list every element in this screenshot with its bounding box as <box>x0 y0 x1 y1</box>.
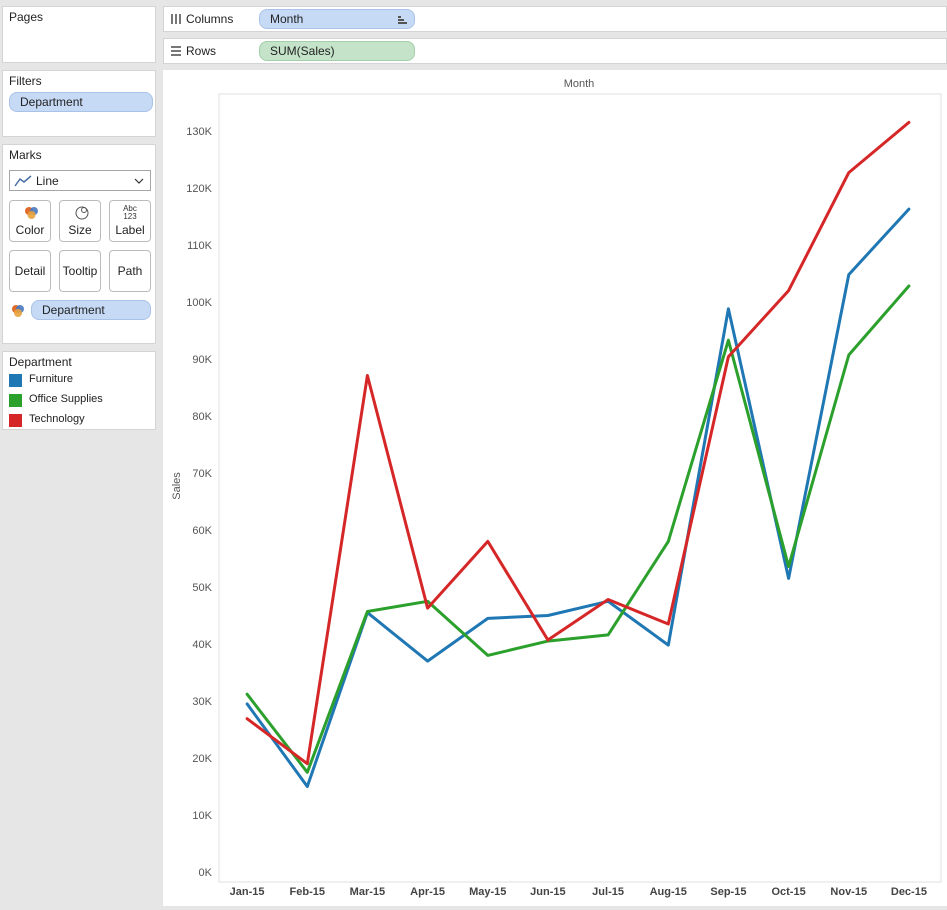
size-circles-icon <box>75 206 89 220</box>
y-tick-label: 80K <box>192 411 212 423</box>
line-chart: Month Sales 0K 10K 20K 30K 40K 50K 60K 70K 80K 90… <box>171 78 942 898</box>
marks-title: Marks <box>9 148 42 162</box>
filters-title: Filters <box>9 74 42 88</box>
columns-shelf[interactable]: Columns Month <box>163 6 947 32</box>
tooltip-button[interactable]: Tooltip <box>59 250 101 292</box>
sort-icon <box>398 16 407 24</box>
label-button[interactable]: Abc 123 Label <box>109 200 151 242</box>
plot-frame <box>218 93 942 883</box>
chart-title: Month <box>564 78 595 90</box>
chevron-down-icon <box>134 178 144 184</box>
y-axis-ticks: 0K 10K 20K 30K 40K 50K 60K 70K 80K 90K 100K 110K 120… <box>186 126 212 879</box>
y-tick-label: 120K <box>186 183 212 195</box>
x-tick-label: Aug-15 <box>650 886 687 898</box>
size-button[interactable]: Size <box>59 200 101 242</box>
y-tick-label: 130K <box>186 126 212 138</box>
y-tick-label: 20K <box>192 753 212 765</box>
legend-label: Technology <box>29 413 85 425</box>
x-tick-label: Jan-15 <box>230 886 265 898</box>
color-encoding-icon <box>12 305 24 317</box>
pages-title: Pages <box>9 10 44 24</box>
y-axis-title: Sales <box>171 472 183 500</box>
x-axis-ticks: Jan-15 Feb-15 Mar-15 Apr-15 May-15 Jun-15 Jul-… <box>230 886 927 898</box>
y-tick-label: 100K <box>186 297 212 309</box>
department-legend: Department Furniture Office Supplies Tec… <box>2 351 156 430</box>
marks-department-pill[interactable]: Department <box>31 300 151 320</box>
x-tick-label: Jun-15 <box>530 886 565 898</box>
x-tick-label: Sep-15 <box>710 886 746 898</box>
rows-shelf[interactable]: Rows SUM(Sales) <box>163 38 947 64</box>
x-tick-label: Feb-15 <box>290 886 325 898</box>
filter-department-pill[interactable]: Department <box>9 92 153 112</box>
filters-card: Filters Department <box>2 70 156 137</box>
label-icon-bottom: 123 <box>123 212 137 221</box>
color-button-label: Color <box>15 223 45 237</box>
size-button-label: Size <box>68 223 92 237</box>
label-button-label: Label <box>115 223 145 237</box>
y-tick-label: 10K <box>192 810 212 822</box>
color-button[interactable]: Color <box>9 200 51 242</box>
path-button-label: Path <box>117 264 143 278</box>
y-tick-label: 90K <box>192 354 212 366</box>
rows-icon <box>171 46 181 56</box>
marks-card: Marks Line Color Size Abc 123 Label Deta… <box>2 144 156 344</box>
x-tick-label: Oct-15 <box>771 886 805 898</box>
label-text-icon: Abc 123 <box>110 205 150 221</box>
columns-pill-text: Month <box>270 12 304 26</box>
mark-type-dropdown[interactable]: Line <box>9 170 151 191</box>
view-area: Month Sales 0K 10K 20K 30K 40K 50K 60K 70K 80K 90… <box>163 70 947 906</box>
columns-label: Columns <box>186 12 234 26</box>
columns-month-pill[interactable]: Month <box>259 9 415 29</box>
color-palette-icon <box>25 207 38 219</box>
x-tick-label: May-15 <box>469 886 506 898</box>
x-tick-label: Apr-15 <box>410 886 445 898</box>
legend-swatch <box>9 414 22 427</box>
legend-label: Office Supplies <box>29 393 103 405</box>
pages-card[interactable]: Pages <box>2 6 156 63</box>
y-tick-label: 50K <box>192 582 212 594</box>
legend-title: Department <box>9 355 72 369</box>
x-tick-label: Dec-15 <box>891 886 927 898</box>
y-tick-label: 70K <box>192 468 212 480</box>
rows-sum-sales-pill[interactable]: SUM(Sales) <box>259 41 415 61</box>
y-tick-label: 40K <box>192 639 212 651</box>
legend-swatch <box>9 374 22 387</box>
tooltip-button-label: Tooltip <box>62 264 98 278</box>
legend-swatch <box>9 394 22 407</box>
legend-label: Furniture <box>29 373 74 385</box>
line-chart-icon <box>14 175 32 187</box>
detail-button-label: Detail <box>14 264 46 278</box>
x-tick-label: Nov-15 <box>830 886 867 898</box>
path-button[interactable]: Path <box>109 250 151 292</box>
columns-icon <box>171 14 181 24</box>
y-tick-label: 60K <box>192 525 212 537</box>
mark-type-value: Line <box>36 174 59 188</box>
detail-button[interactable]: Detail <box>9 250 51 292</box>
y-tick-label: 30K <box>192 696 212 708</box>
x-tick-label: Mar-15 <box>350 886 385 898</box>
x-tick-label: Jul-15 <box>592 886 624 898</box>
y-tick-label: 0K <box>199 867 213 879</box>
rows-label: Rows <box>186 44 217 58</box>
y-tick-label: 110K <box>187 240 213 252</box>
